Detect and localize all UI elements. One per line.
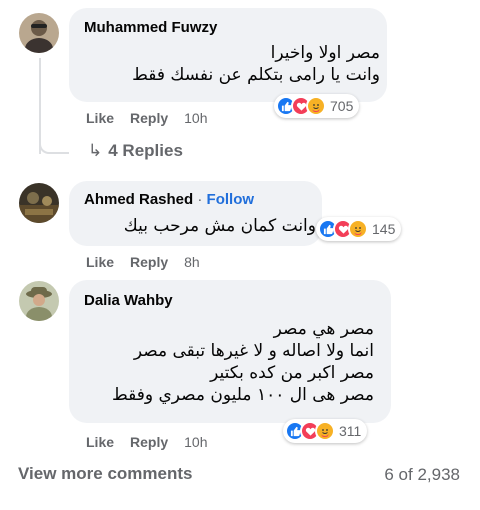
follow-button[interactable]: Follow	[207, 191, 255, 208]
comment-actions: Like Reply 10h	[86, 110, 224, 126]
care-icon	[315, 421, 335, 441]
replies-label: 4 Replies	[108, 141, 183, 160]
comment-author: Ahmed Rashed · Follow	[84, 191, 254, 208]
care-icon	[306, 96, 326, 116]
comment-line: مصر اكبر من كده بكتير	[210, 363, 374, 383]
comment-actions: Like Reply 10h	[86, 434, 224, 450]
reply-button[interactable]: Reply	[130, 254, 168, 270]
avatar[interactable]	[19, 13, 59, 53]
comment-author[interactable]: Dalia Wahby	[84, 292, 173, 309]
reactions-summary[interactable]: 705	[274, 94, 360, 118]
comment-line: انما ولا اصاله و لا غيرها تبقى مصر	[133, 341, 374, 361]
reply-button[interactable]: Reply	[130, 110, 168, 126]
avatar[interactable]	[19, 281, 59, 321]
comment-count: 6 of 2,938	[384, 465, 460, 484]
reaction-count: 311	[339, 423, 362, 439]
reaction-count: 145	[372, 221, 396, 237]
reactions-summary[interactable]: 145	[316, 217, 402, 241]
comment-line: وانت كمان مش مرحب بيك	[123, 216, 316, 236]
author-name[interactable]: Ahmed Rashed	[84, 191, 193, 208]
like-button[interactable]: Like	[86, 254, 114, 270]
comment-text: مصر اولا واخيرا وانت يا رامى بتكلم عن نف…	[132, 42, 380, 86]
comment-line: مصر اولا واخيرا	[270, 43, 380, 63]
comment-line: مصر هى ال ١٠٠ مليون مصري وفقط	[111, 385, 374, 405]
avatar[interactable]	[19, 183, 59, 223]
like-button[interactable]: Like	[86, 434, 114, 450]
comment-text: مصر هي مصر انما ولا اصاله و لا غيرها تبق…	[112, 318, 374, 406]
comment-actions: Like Reply 8h	[86, 254, 216, 270]
comment-timestamp[interactable]: 10h	[184, 434, 207, 450]
reaction-count: 705	[330, 98, 354, 114]
comment-timestamp[interactable]: 8h	[184, 254, 200, 270]
comment-author[interactable]: Muhammed Fuwzy	[84, 19, 217, 36]
care-icon	[348, 219, 368, 239]
view-more-comments-link[interactable]: View more comments	[18, 464, 192, 484]
comment-timestamp[interactable]: 10h	[184, 110, 207, 126]
thread-connector-curve	[39, 140, 69, 154]
view-replies-link[interactable]: ↳ 4 Replies	[88, 141, 183, 161]
separator: ·	[197, 191, 203, 208]
reply-button[interactable]: Reply	[130, 434, 168, 450]
comment-line: وانت يا رامى بتكلم عن نفسك فقط	[132, 65, 380, 85]
like-button[interactable]: Like	[86, 110, 114, 126]
reactions-summary[interactable]: 311	[283, 419, 368, 443]
comment-text: وانت كمان مش مرحب بيك	[124, 215, 316, 237]
comment-line: مصر هي مصر	[273, 319, 374, 339]
reply-arrow-icon: ↳	[88, 141, 103, 160]
